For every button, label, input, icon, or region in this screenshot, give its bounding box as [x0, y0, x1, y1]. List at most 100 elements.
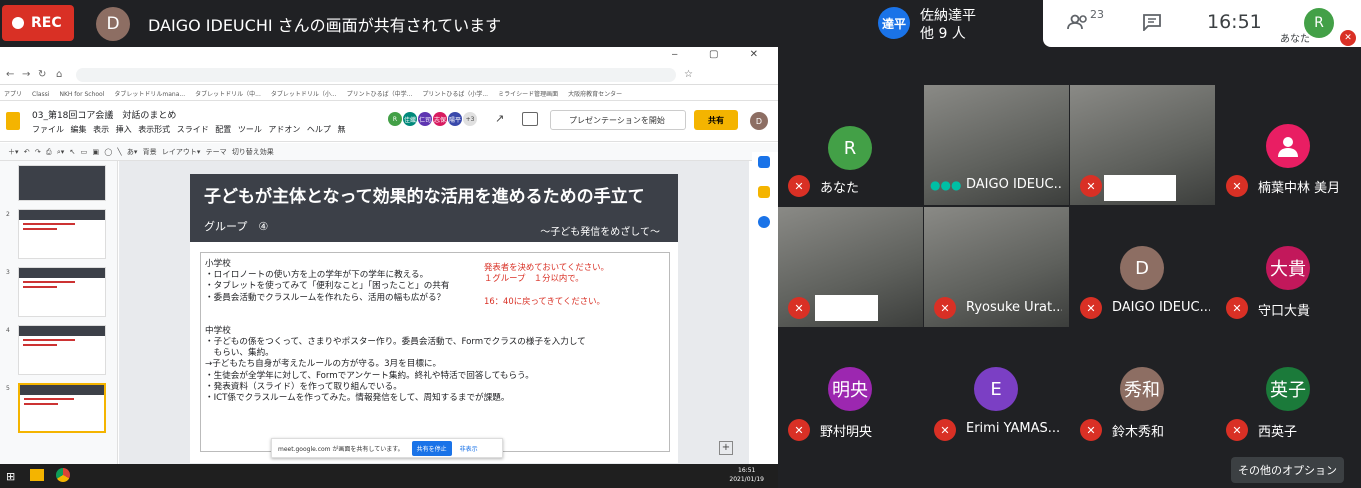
- select-icon[interactable]: ↖: [69, 148, 75, 156]
- activity-icon[interactable]: ↗: [495, 112, 504, 125]
- participant-avatar: 明央: [828, 367, 872, 411]
- notice-text: meet.google.com が画面を共有しています。: [278, 445, 404, 453]
- file-explorer-icon[interactable]: [30, 469, 44, 481]
- body-line: ・生徒会が全学年に対して、Formでアンケート集約。終礼や特活で回答してもらう。: [205, 370, 534, 381]
- bookmark[interactable]: プリントひるば（小学...: [422, 91, 488, 98]
- side-panel-icons: [752, 152, 778, 464]
- share-label: 共有: [708, 115, 724, 125]
- collaborator-avatar[interactable]: 陽平: [448, 112, 462, 126]
- participant-avatar: E: [974, 367, 1018, 411]
- participant-name: 守口大貴: [1258, 304, 1311, 319]
- mic-off-icon: ✕: [788, 419, 810, 441]
- bookmark[interactable]: 大阪府教育センター: [568, 91, 622, 98]
- slides-logo-icon[interactable]: [6, 112, 20, 130]
- slide-thumbnail-selected[interactable]: [18, 383, 106, 433]
- forward-icon[interactable]: →: [22, 69, 30, 80]
- toolbar-item[interactable]: テーマ: [206, 148, 227, 156]
- reload-icon[interactable]: ↻: [38, 69, 46, 80]
- slide-number: 4: [6, 327, 10, 334]
- mic-off-icon: ✕: [1080, 175, 1102, 197]
- slides-header: 03_第18回コア会議 対話のまとめ ファイル 編集 表示 挿入 表示形式 スラ…: [0, 102, 778, 142]
- comments-icon[interactable]: [522, 112, 538, 126]
- slides-toolbar: ＋▾ ↶ ↷ ⎙ ⌕▾ ↖ ▭ ▣ ◯ ╲ あ▾ 背景 レイアウト▾ テーマ 切…: [0, 143, 778, 161]
- slide-thumbnail[interactable]: [18, 325, 106, 375]
- bookmark[interactable]: プリントひるば（中学...: [347, 91, 413, 98]
- url-input[interactable]: [76, 68, 676, 82]
- bookmark[interactable]: ミライシード管理画面: [498, 91, 558, 98]
- toolbar-item[interactable]: 背景: [143, 148, 157, 156]
- menu-item[interactable]: 編集: [71, 125, 87, 134]
- hide-notice-button[interactable]: 非表示: [460, 444, 478, 453]
- browser-titlebar: ‒ ▢ ✕: [0, 47, 778, 65]
- menu-item[interactable]: ツール: [238, 125, 262, 134]
- slide-thumbnail[interactable]: [18, 209, 106, 259]
- star-icon[interactable]: ☆: [684, 69, 693, 80]
- rec-label: REC: [31, 15, 62, 31]
- bookmark[interactable]: タブレットドリルmana...: [114, 91, 185, 98]
- share-button[interactable]: 共有: [694, 110, 738, 130]
- add-icon[interactable]: ＋▾: [8, 148, 19, 156]
- back-icon[interactable]: ←: [6, 69, 14, 80]
- redo-icon[interactable]: ↷: [35, 148, 41, 156]
- menu-item[interactable]: 配置: [215, 125, 231, 134]
- collaborator-avatar[interactable]: 仁司: [418, 112, 432, 126]
- shape-icon[interactable]: ◯: [104, 148, 112, 156]
- participant-name: 西英子: [1258, 425, 1298, 440]
- collaborator-more[interactable]: +3: [463, 112, 477, 126]
- menu-item[interactable]: 挿入: [116, 125, 132, 134]
- toolbar-item[interactable]: レイアウト▾: [162, 148, 201, 156]
- undo-icon[interactable]: ↶: [24, 148, 30, 156]
- account-avatar[interactable]: D: [750, 112, 768, 130]
- menu-item[interactable]: アドオン: [268, 125, 300, 134]
- taskbar-time: 16:51: [738, 467, 756, 474]
- window-controls[interactable]: ‒ ▢ ✕: [671, 49, 772, 60]
- bookmark[interactable]: タブレットドリル（小...: [271, 91, 337, 98]
- menu-item[interactable]: ヘルプ: [307, 125, 331, 134]
- redacted-name: [815, 295, 878, 321]
- line-icon[interactable]: ╲: [117, 148, 121, 156]
- taskbar-date: 2021/01/19: [729, 476, 764, 483]
- participant-name: 鈴木秀和: [1112, 425, 1165, 440]
- explore-icon[interactable]: +: [719, 441, 733, 455]
- collaborator-avatar[interactable]: R: [388, 112, 402, 126]
- menu-item[interactable]: 無: [337, 125, 345, 134]
- stop-sharing-button[interactable]: 共有を停止: [411, 440, 452, 456]
- bookmark[interactable]: タブレットドリル（中...: [195, 91, 261, 98]
- present-button[interactable]: プレゼンテーションを開始: [550, 110, 686, 130]
- collaborator-avatar[interactable]: 志保: [433, 112, 447, 126]
- slide-thumbnail[interactable]: [18, 267, 106, 317]
- menu-item[interactable]: スライド: [177, 125, 209, 134]
- chat-icon[interactable]: [1134, 8, 1170, 36]
- keep-icon[interactable]: [758, 186, 770, 198]
- bookmark[interactable]: Classi: [32, 91, 49, 98]
- zoom-icon[interactable]: ⌕▾: [57, 148, 64, 156]
- home-icon[interactable]: ⌂: [56, 69, 62, 80]
- slide-thumbnail[interactable]: [18, 165, 106, 201]
- chrome-icon[interactable]: [56, 468, 70, 482]
- bookmark[interactable]: NKH for School: [59, 91, 104, 98]
- menu-item[interactable]: ファイル: [32, 125, 64, 134]
- bookmark[interactable]: アプリ: [4, 91, 22, 98]
- calendar-icon[interactable]: [758, 156, 770, 168]
- slide-group-label: グループ ④: [204, 220, 269, 233]
- text-format-icon[interactable]: あ▾: [127, 148, 138, 156]
- tasks-icon[interactable]: [758, 216, 770, 228]
- menu-item[interactable]: 表示: [93, 125, 109, 134]
- print-icon[interactable]: ⎙: [46, 148, 52, 156]
- textbox-icon[interactable]: ▭: [81, 148, 88, 156]
- image-icon[interactable]: ▣: [92, 148, 99, 156]
- document-title[interactable]: 03_第18回コア会議 対話のまとめ: [32, 108, 176, 121]
- slide-title: 子どもが主体となって効果的な活用を進めるための手立て: [204, 187, 645, 207]
- body-line: ・子どもの係をつくって、さまりやポスター作り。委員会活動で、Formでクラスの様…: [205, 337, 586, 348]
- toolbar-item[interactable]: 切り替え効果: [232, 148, 274, 156]
- speaking-indicator-icon: ●●●: [930, 178, 962, 192]
- participant-name: 野村明央: [820, 425, 873, 440]
- body-line: →子どもたち自身が考えたルールの方が守る。3月を目標に。: [205, 359, 442, 370]
- more-options-button[interactable]: その他のオプション: [1231, 457, 1344, 483]
- windows-start-icon[interactable]: ⊞: [6, 470, 15, 483]
- participant-avatar: 大貴: [1266, 246, 1310, 290]
- menu-item[interactable]: 表示形式: [138, 125, 170, 134]
- mic-off-icon: ✕: [934, 297, 956, 319]
- collaborator-avatar[interactable]: 佳織: [403, 112, 417, 126]
- current-slide[interactable]: 子どもが主体となって効果的な活用を進めるための手立て グループ ④ ～子ども発信…: [190, 174, 678, 463]
